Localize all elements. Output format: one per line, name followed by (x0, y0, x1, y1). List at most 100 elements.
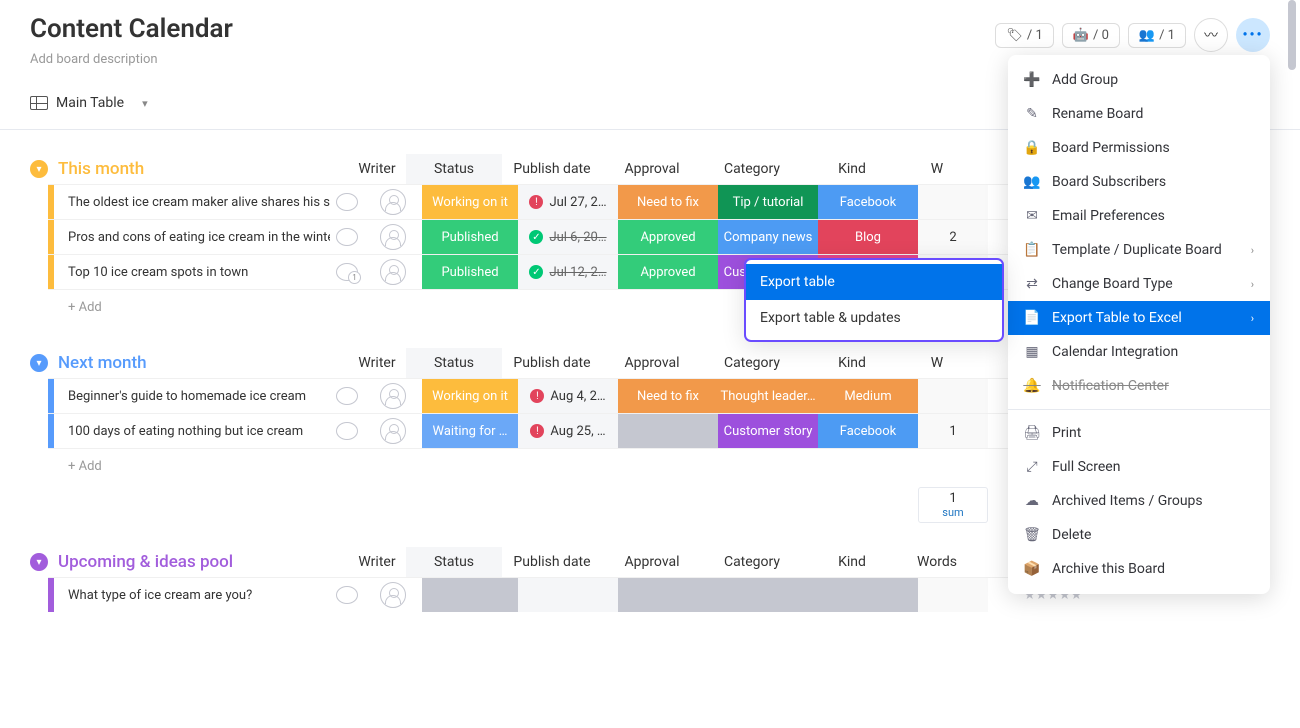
more-options-button[interactable]: ••• (1236, 18, 1270, 52)
item-name[interactable]: Top 10 ice cream spots in town (54, 255, 330, 289)
menu-item-add-group[interactable]: ➕Add Group (1008, 63, 1270, 97)
col-kind[interactable]: Kind (802, 355, 902, 371)
col-words[interactable]: W (902, 355, 972, 371)
writer-cell[interactable] (364, 578, 422, 612)
menu-item-change-board-type[interactable]: ⇄Change Board Type› (1008, 267, 1270, 301)
approval-cell[interactable] (618, 414, 718, 448)
writer-cell[interactable] (364, 185, 422, 219)
col-status[interactable]: Status (406, 348, 502, 378)
date-cell[interactable]: ✓ Jul 6, 20… (518, 220, 618, 254)
item-name[interactable]: Pros and cons of eating ice cream in the… (54, 220, 330, 254)
col-publish-date[interactable]: Publish date (502, 355, 602, 371)
col-kind[interactable]: Kind (802, 554, 902, 570)
col-status[interactable]: Status (406, 154, 502, 184)
category-cell[interactable]: Customer story (718, 414, 818, 448)
writer-cell[interactable] (364, 220, 422, 254)
col-publish-date[interactable]: Publish date (502, 554, 602, 570)
menu-item-calendar-integration[interactable]: ▦Calendar Integration (1008, 335, 1270, 369)
menu-item-full-screen[interactable]: ⤢Full Screen (1008, 450, 1270, 484)
category-cell[interactable]: Tip / tutorial (718, 185, 818, 219)
item-name[interactable]: What type of ice cream are you? (54, 578, 330, 612)
approval-cell[interactable]: Need to fix (618, 185, 718, 219)
status-cell[interactable]: Working on it (422, 185, 518, 219)
kind-cell[interactable]: Blog (818, 220, 918, 254)
vertical-scrollbar[interactable] (1288, 0, 1296, 728)
writer-cell[interactable] (364, 414, 422, 448)
automations-count[interactable]: 🤖 / 0 (1062, 23, 1120, 48)
members-count[interactable]: 👥 / 1 (1128, 23, 1186, 48)
date-cell[interactable]: ! Aug 4, 2… (518, 379, 618, 413)
kind-cell[interactable]: Facebook (818, 185, 918, 219)
col-category[interactable]: Category (702, 355, 802, 371)
chevron-down-icon[interactable]: ▾ (142, 97, 148, 110)
chat-icon[interactable]: 1 (330, 255, 364, 289)
col-publish-date[interactable]: Publish date (502, 161, 602, 177)
col-words[interactable]: Words (902, 554, 972, 570)
col-category[interactable]: Category (702, 554, 802, 570)
col-kind[interactable]: Kind (802, 161, 902, 177)
view-tab-main-table[interactable]: Main Table ▾ (30, 95, 148, 111)
kind-cell[interactable] (818, 578, 918, 612)
col-writer[interactable]: Writer (348, 355, 406, 371)
status-cell[interactable]: Published (422, 255, 518, 289)
status-cell[interactable]: Working on it (422, 379, 518, 413)
menu-item-export-table-to-excel[interactable]: 📄Export Table to Excel› (1008, 301, 1270, 335)
group-collapse-toggle[interactable]: ▾ (30, 354, 48, 372)
item-name[interactable]: 100 days of eating nothing but ice cream (54, 414, 330, 448)
menu-item-delete[interactable]: 🗑Delete (1008, 518, 1270, 552)
category-cell[interactable] (718, 578, 818, 612)
status-cell[interactable]: Published (422, 220, 518, 254)
menu-item-rename-board[interactable]: ✎Rename Board (1008, 97, 1270, 131)
item-name[interactable]: Beginner's guide to homemade ice cream (54, 379, 330, 413)
date-cell[interactable]: ! Aug 25, … (518, 414, 618, 448)
chat-icon[interactable] (330, 414, 364, 448)
col-words[interactable]: W (902, 161, 972, 177)
col-writer[interactable]: Writer (348, 161, 406, 177)
menu-item-email-preferences[interactable]: ✉Email Preferences (1008, 199, 1270, 233)
kind-cell[interactable]: Facebook (818, 414, 918, 448)
writer-cell[interactable] (364, 255, 422, 289)
writer-cell[interactable] (364, 379, 422, 413)
words-cell[interactable] (918, 379, 988, 413)
kind-cell[interactable]: Medium (818, 379, 918, 413)
activity-icon[interactable]: 〰 (1194, 18, 1228, 52)
approval-cell[interactable]: Need to fix (618, 379, 718, 413)
menu-item-board-subscribers[interactable]: 👥Board Subscribers (1008, 165, 1270, 199)
words-cell[interactable]: 1 (918, 414, 988, 448)
col-category[interactable]: Category (702, 161, 802, 177)
approval-cell[interactable]: Approved (618, 220, 718, 254)
words-cell[interactable] (918, 578, 988, 612)
col-writer[interactable]: Writer (348, 554, 406, 570)
group-title[interactable]: This month (58, 159, 348, 179)
group-collapse-toggle[interactable]: ▾ (30, 553, 48, 571)
menu-item-archived-items-groups[interactable]: ☁Archived Items / Groups (1008, 484, 1270, 518)
status-cell[interactable] (422, 578, 518, 612)
words-cell[interactable] (918, 185, 988, 219)
item-name[interactable]: The oldest ice cream maker alive shares … (54, 185, 330, 219)
words-cell[interactable]: 2 (918, 220, 988, 254)
submenu-item-export-table[interactable]: Export table (746, 264, 1002, 300)
menu-item-print[interactable]: 🖨Print (1008, 416, 1270, 450)
category-cell[interactable]: Thought leader… (718, 379, 818, 413)
date-cell[interactable]: ✓ Jul 12, 2… (518, 255, 618, 289)
chat-icon[interactable] (330, 220, 364, 254)
approval-cell[interactable]: Approved (618, 255, 718, 289)
approval-cell[interactable] (618, 578, 718, 612)
date-cell[interactable] (518, 578, 618, 612)
group-title[interactable]: Upcoming & ideas pool (58, 552, 348, 572)
col-approval[interactable]: Approval (602, 355, 702, 371)
col-approval[interactable]: Approval (602, 554, 702, 570)
col-status[interactable]: Status (406, 547, 502, 577)
status-cell[interactable]: Waiting for … (422, 414, 518, 448)
chat-icon[interactable] (330, 379, 364, 413)
menu-item-notification-center[interactable]: 🔔Notification Center (1008, 369, 1270, 403)
col-approval[interactable]: Approval (602, 161, 702, 177)
category-cell[interactable]: Company news (718, 220, 818, 254)
menu-item-template-duplicate-board[interactable]: 📋Template / Duplicate Board› (1008, 233, 1270, 267)
chat-icon[interactable] (330, 578, 364, 612)
integrations-count[interactable]: 🏷 / 1 (995, 23, 1053, 48)
group-collapse-toggle[interactable]: ▾ (30, 160, 48, 178)
group-title[interactable]: Next month (58, 353, 348, 373)
chat-icon[interactable] (330, 185, 364, 219)
submenu-item-export-table-updates[interactable]: Export table & updates (746, 300, 1002, 336)
